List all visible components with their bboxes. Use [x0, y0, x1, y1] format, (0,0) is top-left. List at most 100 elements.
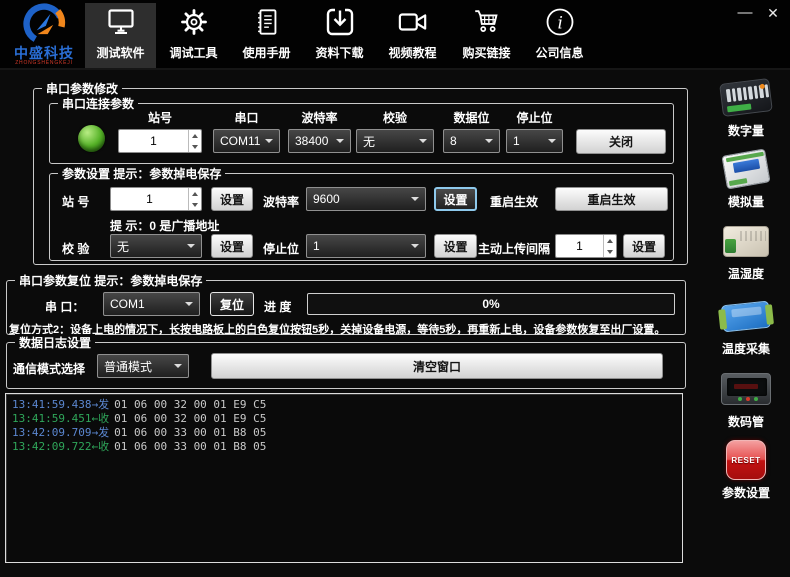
baud-label: 波特率 [301, 111, 338, 125]
header-bar: 中盛科技 ZHONGSHENGKEJI 测试软件 调试工具 使用手册 资料下载 … [0, 0, 790, 70]
port-label: 串口 [234, 111, 259, 125]
toolbar-item-video-tutorials[interactable]: 视频教程 [377, 3, 448, 68]
clear-window-button[interactable]: 清空窗口 [211, 353, 663, 379]
spinner-down-icon[interactable] [604, 246, 616, 257]
close-button[interactable]: ✕ [760, 1, 786, 25]
baud-set-select[interactable]: 9600 [306, 187, 426, 211]
reset-button-icon: RESET [720, 438, 772, 482]
chevron-down-icon [411, 244, 419, 248]
close-port-button[interactable]: 关闭 [576, 129, 666, 154]
baud-value: 38400 [295, 134, 329, 148]
databits-value: 8 [450, 134, 457, 148]
reset-progress-bar: 0% [307, 293, 675, 315]
databits-label: 数据位 [453, 111, 490, 125]
toolbar-item-test-software[interactable]: 测试软件 [85, 3, 156, 68]
set-baud-button[interactable]: 设置 [434, 187, 477, 211]
toolbar-item-user-manual[interactable]: 使用手册 [231, 3, 302, 68]
spinner-up-icon[interactable] [189, 188, 201, 199]
baud-select[interactable]: 38400 [288, 129, 351, 153]
download-icon [324, 5, 356, 39]
spinner-up-icon[interactable] [189, 130, 201, 141]
sidebar-item-label: 参数设置 [721, 486, 770, 500]
sidebar-item-label: 温度采集 [721, 342, 770, 356]
sidebar-item-label: 温湿度 [727, 267, 764, 281]
stopbits-set-value: 1 [313, 239, 320, 253]
reset-button[interactable]: 复位 [210, 292, 254, 316]
upload-interval-value: 1 [576, 239, 583, 253]
spinner-up-icon[interactable] [604, 235, 616, 246]
log-line: 13:42:09.722←收 01 06 00 33 00 01 B8 05 [12, 440, 676, 454]
sidebar-item-digital-display[interactable]: 数码管 [710, 367, 782, 430]
comm-mode-select[interactable]: 普通模式 [97, 354, 189, 378]
stopbits-label: 停止位 [516, 111, 553, 125]
set-stopbits-button[interactable]: 设置 [434, 234, 477, 258]
stopbits-set-select[interactable]: 1 [306, 234, 426, 258]
reset-port-value: COM1 [110, 297, 145, 311]
station-set-input[interactable]: 1 [110, 187, 202, 211]
parity-value: 无 [363, 134, 376, 149]
temp-collector-module-icon [718, 294, 774, 338]
spinner-down-icon[interactable] [189, 141, 201, 152]
stopbits-value: 1 [513, 134, 520, 148]
databits-select[interactable]: 8 [443, 129, 500, 153]
toolbar-item-purchase-link[interactable]: 购买链接 [451, 3, 522, 68]
log-line: 13:42:09.709→发 01 06 00 33 00 01 B8 05 [12, 426, 676, 440]
toolbar-item-debug-tools[interactable]: 调试工具 [158, 3, 229, 68]
set-parity-button[interactable]: 设置 [211, 234, 253, 258]
parity-label: 校验 [382, 111, 407, 125]
upload-interval-input[interactable]: 1 [555, 234, 617, 258]
logo-title: 中盛科技 [14, 45, 74, 61]
spinner-buttons[interactable] [603, 235, 616, 257]
toolbar-item-label: 购买链接 [462, 46, 511, 60]
info-icon: i [544, 5, 576, 39]
minimize-button[interactable]: — [732, 1, 758, 25]
logo-icon [22, 2, 66, 46]
port-select[interactable]: COM11 [213, 129, 280, 153]
group-title: 参数设置 提示：参数掉电保存 [58, 165, 226, 182]
baud-label: 波特率 [263, 195, 300, 209]
sidebar-item-label: 模拟量 [727, 195, 764, 209]
toolbar-item-downloads[interactable]: 资料下载 [304, 3, 375, 68]
serial-connection-group: 串口连接参数 站号 1 串口 COM11 波特率 38400 校验 无 数据位 … [49, 95, 674, 164]
restart-effect-label: 重启生效 [490, 195, 539, 209]
toolbar-item-label: 使用手册 [242, 46, 291, 60]
log-hex-data: 01 06 00 33 00 01 B8 05 [114, 440, 267, 453]
sidebar-item-param-settings[interactable]: RESET 参数设置 [710, 438, 782, 501]
parity-set-select[interactable]: 无 [110, 234, 202, 258]
log-timestamp: 13:42:09.709→发 [12, 426, 110, 439]
sidebar-item-digital-io[interactable]: 数字量 [710, 76, 782, 139]
chevron-down-icon [419, 139, 427, 143]
set-station-button[interactable]: 设置 [211, 187, 253, 211]
company-logo: 中盛科技 ZHONGSHENGKEJI [3, 1, 85, 68]
restart-effect-button[interactable]: 重启生效 [555, 187, 668, 211]
chevron-down-icon [265, 139, 273, 143]
station-number-input[interactable]: 1 [118, 129, 202, 153]
analog-module-icon [720, 147, 772, 191]
group-title: 数据日志设置 [15, 334, 96, 351]
broadcast-hint: 提 示：0 是广播地址 [110, 219, 220, 233]
app-window: 中盛科技 ZHONGSHENGKEJI 测试软件 调试工具 使用手册 资料下载 … [0, 0, 790, 577]
log-hex-data: 01 06 00 32 00 01 E9 C5 [114, 398, 267, 411]
manual-book-icon [252, 5, 282, 39]
chevron-down-icon [548, 139, 556, 143]
sidebar-item-temp-collector[interactable]: 温度采集 [710, 294, 782, 357]
set-upload-interval-button[interactable]: 设置 [623, 234, 665, 258]
spinner-buttons[interactable] [188, 130, 201, 152]
connection-status-led [78, 125, 105, 152]
toolbar-item-label: 资料下载 [315, 46, 364, 60]
reset-port-select[interactable]: COM1 [103, 292, 200, 316]
serial-param-modify-group: 串口参数修改 串口连接参数 站号 1 串口 COM11 波特率 38400 校验 [33, 80, 688, 265]
spinner-down-icon[interactable] [189, 199, 201, 210]
stopbits-select[interactable]: 1 [506, 129, 563, 153]
log-output[interactable]: 13:41:59.438→发 01 06 00 32 00 01 E9 C5 13… [5, 393, 683, 563]
toolbar-item-company-info[interactable]: i 公司信息 [524, 3, 595, 68]
temp-humidity-module-icon [720, 219, 772, 263]
progress-label: 进 度 [264, 300, 292, 314]
parity-select[interactable]: 无 [356, 129, 434, 153]
group-title: 串口参数复位 提示：参数掉电保存 [15, 272, 207, 289]
sidebar-item-analog-io[interactable]: 模拟量 [710, 147, 782, 210]
sidebar-item-temp-humidity[interactable]: 温湿度 [710, 219, 782, 282]
spinner-buttons[interactable] [188, 188, 201, 210]
station-set-value: 1 [146, 192, 153, 206]
log-timestamp: 13:41:59.451←收 [12, 412, 110, 425]
